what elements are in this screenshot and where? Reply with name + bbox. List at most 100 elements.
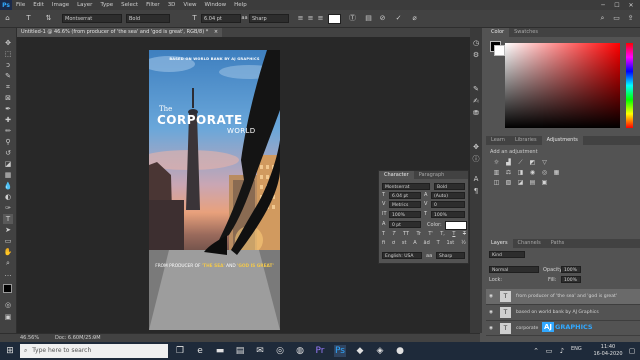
levels-adjust-icon[interactable]: ▟ (504, 159, 513, 166)
document-tab[interactable]: Untitled-1 @ 46.6% (from producer of 'th… (17, 28, 223, 37)
history-brush-tool-icon[interactable]: ↺ (3, 148, 13, 158)
windows-start-icon[interactable]: ⊞ (4, 345, 16, 357)
language-indicator[interactable]: ENG (571, 346, 582, 352)
gradient-map-icon[interactable]: ▤ (528, 179, 537, 186)
align-center-icon[interactable]: ≡ (306, 14, 315, 23)
curves-adjust-icon[interactable]: ⟋ (516, 159, 525, 166)
share-icon[interactable]: ⇪ (626, 14, 635, 23)
orientation-icon[interactable]: ⇅ (44, 14, 53, 23)
superscript-icon[interactable]: T' (428, 231, 432, 239)
navigator-icon[interactable]: ✥ (471, 142, 481, 152)
lasso-tool-icon[interactable]: ↄ (3, 60, 13, 70)
char-antialias[interactable]: Sharp (436, 252, 465, 259)
app-icon-1[interactable]: ◆ (354, 345, 366, 357)
faux-italic-icon[interactable]: T (393, 231, 396, 239)
crop-tool-icon[interactable]: ⌗ (3, 82, 13, 92)
swash-icon[interactable]: A (413, 240, 416, 248)
menu-help[interactable]: Help (230, 2, 251, 8)
info-panel-icon[interactable]: ⓘ (471, 154, 481, 164)
workspace-icon[interactable]: ▭ (612, 14, 621, 23)
char-horizontal-scale[interactable]: 100% (431, 211, 465, 218)
close-tab-icon[interactable]: × (214, 29, 218, 35)
panels-toggle-icon[interactable]: ▤ (364, 14, 373, 23)
menu-view[interactable]: View (179, 2, 200, 8)
maximize-button[interactable]: ☐ (610, 0, 624, 10)
layers-kind-filter[interactable]: Kind (489, 251, 525, 258)
antialias-dropdown[interactable]: Sharp (249, 14, 289, 23)
brush-settings-icon[interactable]: ✎ (471, 84, 481, 94)
fractions-icon[interactable]: ½ (461, 240, 466, 248)
text-color-swatch[interactable] (328, 14, 341, 24)
ligatures-icon[interactable]: fi (382, 240, 385, 248)
healing-tool-icon[interactable]: ✚ (3, 115, 13, 125)
tray-up-arrow-icon[interactable]: ⌃ (530, 345, 542, 357)
exposure-adjust-icon[interactable]: ◩ (528, 159, 537, 166)
notifications-icon[interactable]: ▢ (626, 345, 638, 357)
photo-filter-icon[interactable]: ◉ (528, 169, 537, 176)
tab-paragraph[interactable]: Paragraph (414, 171, 450, 179)
selective-color-icon[interactable]: ▣ (540, 179, 549, 186)
close-window-button[interactable]: ✕ (624, 0, 638, 10)
opacity-field[interactable]: 100% (561, 266, 581, 273)
app-icon-2[interactable]: ◈ (374, 345, 386, 357)
rectangle-tool-icon[interactable]: ▭ (3, 236, 13, 246)
blur-tool-icon[interactable]: 💧 (3, 181, 13, 191)
align-left-icon[interactable]: ≡ (296, 14, 305, 23)
zoom-tool-icon[interactable]: ⌕ (3, 258, 13, 268)
small-caps-icon[interactable]: Tr (417, 231, 421, 239)
align-right-icon[interactable]: ≡ (316, 14, 325, 23)
char-baseline-shift[interactable]: 0 pt (389, 221, 421, 228)
char-font-size[interactable]: 6.04 pt (389, 192, 421, 199)
color-field[interactable] (505, 43, 620, 128)
all-caps-icon[interactable]: TT (403, 231, 409, 239)
store-icon[interactable]: ▤ (234, 345, 246, 357)
home-icon[interactable]: ⌂ (3, 14, 12, 23)
strikethrough-icon[interactable]: T (463, 231, 466, 239)
layer-row[interactable]: ◉ T based on world bank by AJ Graphics (486, 305, 640, 321)
char-language[interactable]: English: USA (382, 252, 422, 259)
firefox-icon[interactable]: ◍ (294, 345, 306, 357)
foreground-color-swatch[interactable] (3, 284, 12, 293)
menu-layer[interactable]: Layer (73, 2, 96, 8)
brush-tool-icon[interactable]: ✏ (3, 126, 13, 136)
paragraph-panel-icon[interactable]: ¶ (471, 186, 481, 196)
type-tool-icon[interactable]: T (24, 14, 33, 23)
more-tools-icon[interactable]: … (3, 269, 13, 279)
path-select-tool-icon[interactable]: ➤ (3, 225, 13, 235)
char-leading[interactable]: (Auto) (431, 192, 465, 199)
blend-mode-dropdown[interactable]: Normal (489, 266, 539, 273)
marquee-tool-icon[interactable]: ⬚ (3, 49, 13, 59)
quick-mask-icon[interactable]: ◎ (3, 300, 13, 310)
poster-canvas[interactable]: BASED ON WORLD BANK BY AJ GRAPHICS The C… (149, 50, 280, 330)
layer-name[interactable]: corporate (516, 321, 538, 336)
font-style-dropdown[interactable]: Bold (126, 14, 170, 23)
menu-select[interactable]: Select (117, 2, 142, 8)
brushes-panel-icon[interactable]: ✍ (471, 96, 481, 106)
minimize-button[interactable]: ─ (596, 0, 610, 10)
type-tool-icon[interactable]: T (3, 214, 13, 224)
threshold-icon[interactable]: ◪ (516, 179, 525, 186)
taskbar-search-box[interactable]: ⌕ Type here to search (20, 344, 168, 358)
network-icon[interactable]: ▭ (543, 345, 555, 357)
titling-alt-icon[interactable]: T (437, 240, 440, 248)
color-balance-icon[interactable]: ⚖ (504, 169, 513, 176)
tab-channels[interactable]: Channels (513, 239, 546, 248)
subscript-icon[interactable]: T, (440, 231, 445, 239)
clone-source-icon[interactable]: ⛃ (471, 108, 481, 118)
contextual-alt-icon[interactable]: ơ (392, 240, 395, 248)
visibility-eye-icon[interactable]: ◉ (489, 305, 493, 320)
tab-swatches[interactable]: Swatches (509, 28, 543, 37)
menu-file[interactable]: File (12, 2, 29, 8)
clone-stamp-tool-icon[interactable]: ⚲ (3, 137, 13, 147)
tab-adjustments[interactable]: Adjustments (541, 136, 583, 145)
photoshop-taskbar-icon[interactable]: Ps (334, 345, 346, 357)
dodge-tool-icon[interactable]: ◐ (3, 192, 13, 202)
underline-icon[interactable]: T (452, 231, 455, 239)
tab-character[interactable]: Character (379, 171, 414, 179)
invert-icon[interactable]: ◫ (492, 179, 501, 186)
chrome-icon[interactable]: ◎ (274, 345, 286, 357)
char-font-style[interactable]: Bold (434, 183, 465, 190)
posterize-icon[interactable]: ▧ (504, 179, 513, 186)
char-kerning[interactable]: Metrics (389, 201, 421, 208)
layer-name[interactable]: from producer of 'the sea' and 'god is g… (516, 289, 617, 304)
